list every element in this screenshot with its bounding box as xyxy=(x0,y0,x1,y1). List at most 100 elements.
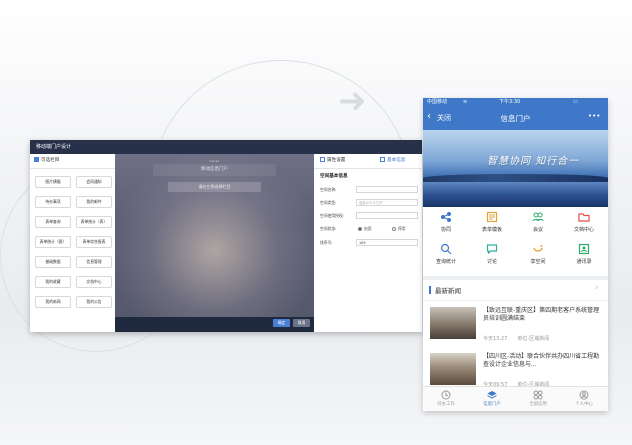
radio-icon xyxy=(358,227,362,231)
folder-icon xyxy=(578,213,590,222)
properties-panel: 属性设置 基本信息 空间基本信息 空间名称: 空间类型: 自定义个人门户 空间使… xyxy=(314,154,422,332)
field-label: 空间名称: xyxy=(320,187,337,192)
designer-body: 可选栏目 图片横幅 会同通知 待办事项 我的邮件 表单查询 表单统计（表） 表单… xyxy=(30,154,422,332)
app-label: 享空间 xyxy=(530,259,546,265)
column-button[interactable]: 我的邮件 xyxy=(76,196,112,208)
app-query-statistics[interactable]: 查询统计 xyxy=(423,243,469,275)
app-meeting[interactable]: 会议 xyxy=(515,211,561,243)
column-button[interactable]: 基础数据 xyxy=(35,256,71,268)
tab-label: 全部应用 xyxy=(529,402,547,407)
banner-hills xyxy=(423,174,608,182)
status-enabled-radio[interactable]: 启用 xyxy=(358,226,372,232)
space-name-input[interactable] xyxy=(356,186,418,193)
app-discussion[interactable]: 讨论 xyxy=(469,243,515,275)
apps-icon xyxy=(533,390,543,400)
app-label: 表单模板 xyxy=(481,227,502,233)
background-arrow-icon: ➜ xyxy=(338,81,367,121)
more-icon[interactable]: ••• xyxy=(588,112,600,120)
tab-todo[interactable]: 待办工作 xyxy=(423,387,469,411)
column-button[interactable]: 信息管理 xyxy=(76,256,112,268)
search-stat-icon xyxy=(440,243,452,255)
tab-label: 待办工作 xyxy=(437,402,455,407)
news-title: 【四川区-活动】联合伙伴共办四川省工程勘查设计企业信息与... xyxy=(483,353,600,368)
preview-select-column-button[interactable]: 请在左侧选择栏目 xyxy=(168,182,261,192)
preview-title: 移动信息门户 xyxy=(153,164,276,176)
status-time: 下午3:30 xyxy=(499,99,521,105)
column-button[interactable]: 我的收藏 xyxy=(35,276,71,288)
tab-label: 个人中心 xyxy=(575,402,593,407)
column-button[interactable]: 表单查询 xyxy=(35,216,71,228)
properties-tabs: 属性设置 基本信息 xyxy=(314,154,422,169)
tab-attributes[interactable]: 属性设置 xyxy=(320,154,345,168)
app-label: 文档中心 xyxy=(573,227,594,233)
user-icon xyxy=(579,390,589,400)
column-button[interactable]: 待办事项 xyxy=(35,196,71,208)
space-type-select[interactable]: 自定义个人门户 xyxy=(356,199,418,206)
preview-background xyxy=(115,154,314,330)
bottom-tab-bar: 待办工作 信息门户 全部应用 个人中心 xyxy=(423,386,608,411)
contacts-icon xyxy=(578,243,590,255)
sort-number-input[interactable]: 109 xyxy=(356,239,418,246)
news-header-marker xyxy=(429,286,431,294)
space-authorization-input[interactable] xyxy=(356,212,418,219)
column-button[interactable]: 会同通知 xyxy=(76,176,112,188)
chat-icon xyxy=(486,244,498,255)
news-thumbnail xyxy=(430,353,476,385)
smile-icon xyxy=(533,245,543,252)
app-form-template[interactable]: 表单模板 xyxy=(469,211,515,243)
share-icon xyxy=(441,212,451,222)
tab-attributes-label: 属性设置 xyxy=(327,158,346,163)
column-panel-title: 可选栏目 xyxy=(41,158,60,163)
preview-footer: 确定 取消 xyxy=(115,317,314,330)
cancel-button[interactable]: 取消 xyxy=(293,319,310,327)
app-collaboration[interactable]: 协同 xyxy=(423,211,469,243)
todo-icon xyxy=(441,390,451,400)
tab-all-apps[interactable]: 全部应用 xyxy=(515,387,561,411)
news-header-title: 最新新闻 xyxy=(435,287,461,295)
app-contacts[interactable]: 通讯录 xyxy=(561,243,607,275)
field-label: 空间类型: xyxy=(320,200,337,205)
chevron-right-icon: › xyxy=(595,283,599,293)
tab-basic-info[interactable]: 基本信息 xyxy=(380,154,405,168)
layers-icon xyxy=(487,391,497,399)
column-button[interactable]: 图片横幅 xyxy=(35,176,71,188)
app-label: 查询统计 xyxy=(435,259,456,265)
tab-portal[interactable]: 信息门户 xyxy=(469,387,515,411)
app-label: 通讯录 xyxy=(576,259,592,265)
tab-label: 信息门户 xyxy=(483,402,501,407)
news-meta: 今天13:27 单位-区域新闻 xyxy=(483,335,549,342)
news-header[interactable]: 最新新闻 › xyxy=(423,280,608,301)
tab-basic-info-label: 基本信息 xyxy=(387,158,406,163)
status-bar: 中国移动 ≋ 下午3:30 ▭ xyxy=(423,98,608,107)
confirm-button[interactable]: 确定 xyxy=(273,319,290,327)
news-item[interactable]: 【致远互联-重庆区】第四期老客户系统管理员培训圆满结束 今天13:27 单位-区域… xyxy=(423,301,608,351)
radio-icon xyxy=(392,227,396,231)
column-button[interactable]: 我的公告 xyxy=(76,296,112,308)
info-icon xyxy=(380,157,385,162)
radio-label: 启用 xyxy=(364,226,372,231)
wifi-icon: ≋ xyxy=(463,99,468,105)
column-button[interactable]: 表单统计（图） xyxy=(35,236,71,248)
column-button[interactable]: 我的新闻 xyxy=(35,296,71,308)
banner-image: 智慧协同 知行合一 xyxy=(423,130,608,207)
section-title: 空间基本信息 xyxy=(320,174,348,179)
banner-slogan: 智慧协同 知行合一 xyxy=(487,156,580,167)
desktop-portal-designer: 移动端门户设计 可选栏目 图片横幅 会同通知 待办事项 我的邮件 表单查询 表单… xyxy=(30,140,422,332)
column-button[interactable]: 文档中心 xyxy=(76,276,112,288)
news-thumbnail xyxy=(430,307,476,339)
tab-profile[interactable]: 个人中心 xyxy=(561,387,607,411)
status-disabled-radio[interactable]: 停用 xyxy=(392,226,406,232)
window-title: 移动端门户设计 xyxy=(30,140,422,154)
mobile-portal: 中国移动 ≋ 下午3:30 ▭ ‹ 关闭 信息门户 ••• 智慧协同 知行合一 … xyxy=(423,98,608,411)
columns-icon xyxy=(34,157,39,162)
app-document-center[interactable]: 文档中心 xyxy=(561,211,607,243)
app-label: 会议 xyxy=(532,227,543,233)
field-label: 空间状态: xyxy=(320,226,337,231)
field-label: 排序号: xyxy=(320,240,333,245)
carrier: 中国移动 xyxy=(427,99,448,105)
column-button[interactable]: 表单综合报表 xyxy=(76,236,112,248)
field-label: 空间使用授权: xyxy=(320,213,345,218)
radio-label: 停用 xyxy=(398,226,406,231)
column-button[interactable]: 表单统计（表） xyxy=(76,216,112,228)
app-share-space[interactable]: 享空间 xyxy=(515,243,561,275)
